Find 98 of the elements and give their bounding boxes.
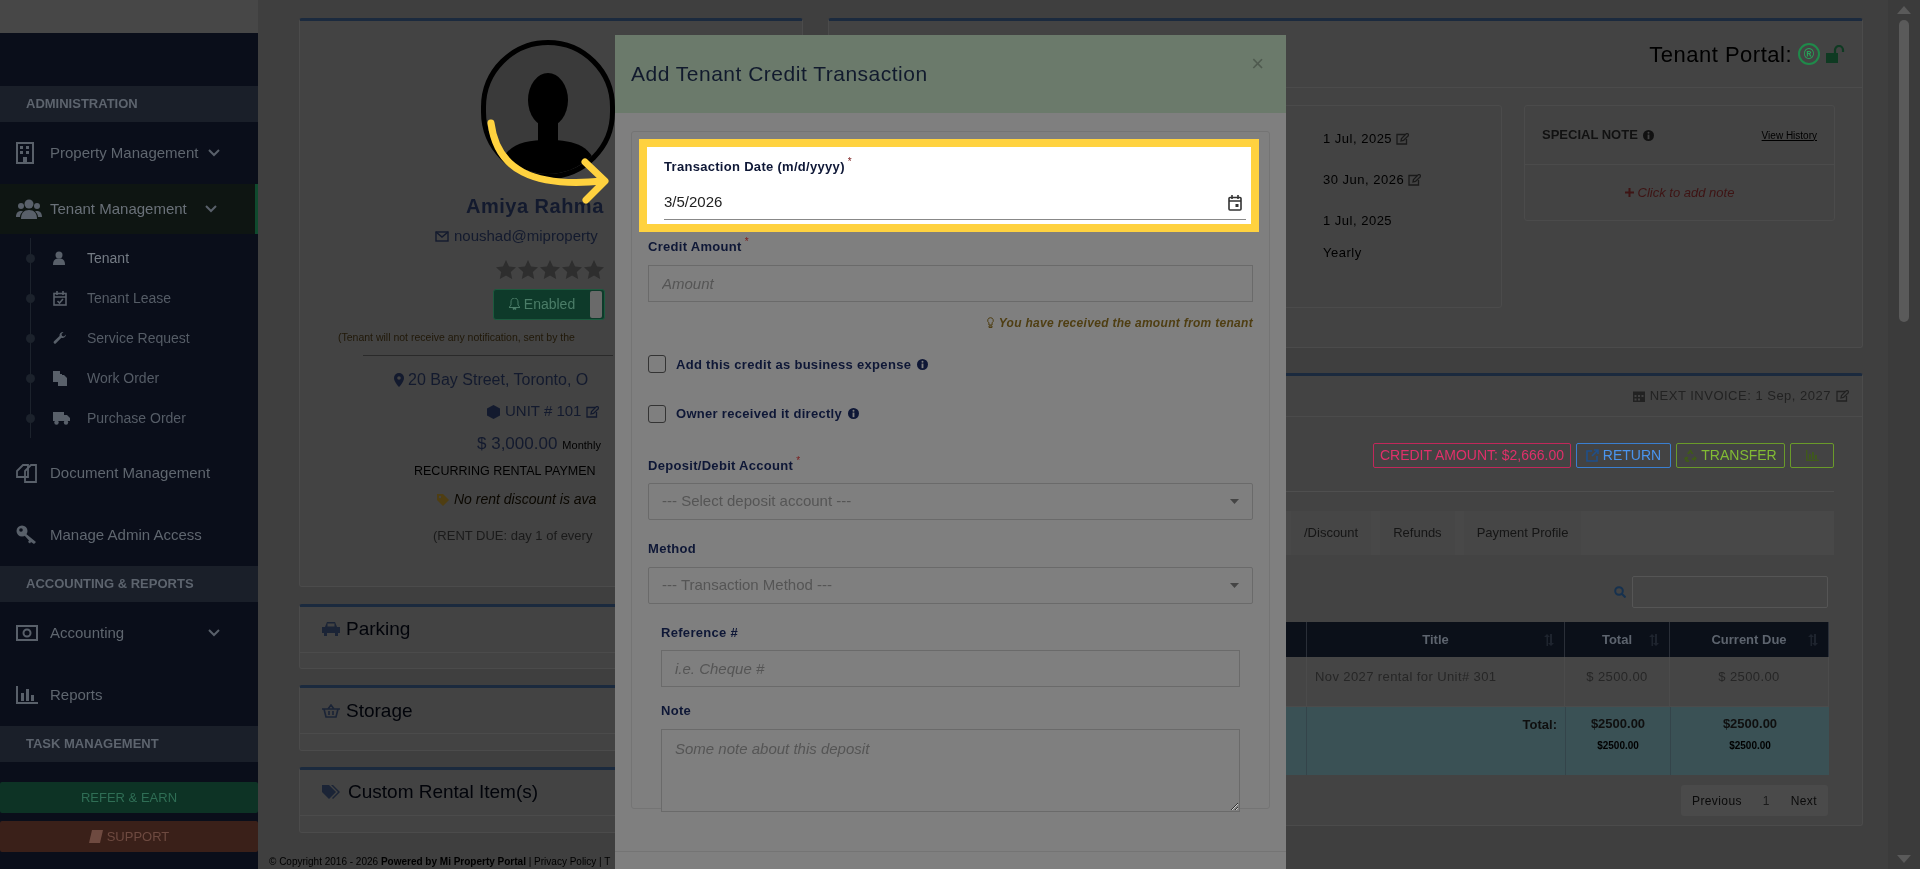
checkbox[interactable]	[648, 355, 666, 374]
sidebar-subitem[interactable]: Service Request	[53, 327, 190, 349]
sidebar-item[interactable]: Property Management	[0, 122, 258, 184]
pagination-link[interactable]: Previous	[1692, 791, 1742, 810]
section-header: ADMINISTRATION	[0, 86, 258, 122]
sidebar-item[interactable]: Document Management	[0, 442, 258, 504]
chart-button[interactable]	[1790, 443, 1834, 468]
total-value: $2500.00	[1590, 715, 1646, 733]
chevron-down-icon	[208, 149, 220, 157]
basket-icon	[322, 703, 340, 718]
sidebar-item[interactable]: Accounting	[0, 602, 258, 664]
panel-title: Storage	[346, 698, 413, 723]
hint-text: You have received the amount from tenant	[998, 314, 1253, 332]
total-subvalue: $2500.00	[1729, 738, 1771, 753]
notification-toggle[interactable]: Enabled	[493, 288, 605, 320]
plus-icon	[1624, 188, 1634, 197]
rent-period: Monthly	[562, 437, 601, 453]
portal-label: Tenant Portal:	[1649, 40, 1792, 69]
bar-chart-icon	[16, 686, 38, 704]
map-pin-icon	[394, 373, 404, 388]
sidebar-subitem[interactable]: Purchase Order	[53, 407, 186, 429]
tag-icon	[437, 493, 449, 506]
calendar-icon	[1632, 390, 1645, 402]
car-icon	[322, 622, 340, 636]
building-icon	[16, 142, 34, 164]
modal-title: Add Tenant Credit Transaction	[631, 61, 928, 88]
date-field[interactable]: 3/5/2026	[664, 186, 1246, 220]
required-mark: *	[744, 237, 749, 247]
checkbox-label: Owner received it directly	[676, 404, 860, 424]
total-subvalue: $2500.00	[1597, 738, 1639, 753]
edit-icon[interactable]	[586, 405, 600, 418]
documents-icon	[16, 462, 38, 484]
search-icon	[1614, 586, 1626, 598]
lease-date: 1 Jul, 2025	[1323, 128, 1410, 149]
caret-icon	[1230, 499, 1239, 504]
info-icon	[1642, 129, 1654, 141]
field-label: Credit Amount	[648, 238, 742, 256]
tags-icon	[322, 784, 342, 801]
checkbox-label: Add this credit as business expense	[676, 354, 929, 374]
sidebar-subitem[interactable]: Tenant	[53, 247, 130, 269]
edit-icon[interactable]	[1836, 390, 1849, 402]
footer-text: © Copyright 2016 - 2026 Powered by Mi Property Portal | Privacy Policy | T	[269, 855, 612, 869]
field-label: Transaction Date (m/d/yyyy)	[664, 158, 845, 176]
registered-mark: ®	[1798, 43, 1820, 65]
total-label: Total:	[1521, 716, 1558, 734]
panel-title: Parking	[346, 616, 411, 641]
external-link-icon	[1585, 449, 1599, 462]
close-button[interactable]: ×	[1251, 46, 1264, 80]
recycle-icon	[1684, 449, 1698, 462]
section-header: TASK MANAGEMENT	[0, 726, 258, 762]
required-mark: *	[847, 157, 852, 167]
pagination-link[interactable]: Next	[1790, 791, 1817, 810]
calendar-check-icon	[53, 290, 67, 306]
key-icon	[16, 525, 38, 545]
edit-icon[interactable]	[1408, 173, 1422, 186]
caret-icon	[1230, 582, 1239, 588]
sidebar-item[interactable]: Manage Admin Access	[0, 504, 258, 566]
wrench-icon	[53, 331, 67, 345]
action-button[interactable]: RETURN	[1576, 443, 1671, 468]
lease-date: 30 Jun, 2026	[1323, 169, 1422, 190]
bar-chart-icon	[1805, 450, 1819, 461]
field-label: Note	[661, 702, 692, 720]
calendar-icon[interactable]	[1228, 194, 1242, 211]
view-history-link[interactable]: View History	[1761, 127, 1817, 143]
sidebar-subitem[interactable]: Tenant Lease	[53, 287, 172, 309]
lease-date: Yearly	[1323, 244, 1362, 263]
users-icon	[16, 199, 42, 219]
action-button[interactable]: TRANSFER	[1676, 443, 1785, 468]
envelope-icon	[435, 230, 449, 242]
section-header: ACCOUNTING & REPORTS	[0, 566, 258, 602]
field-label: Deposit/Debit Account	[648, 456, 794, 475]
sidebar-item[interactable]: Reports	[0, 664, 258, 726]
total-value: $2500.00	[1722, 715, 1778, 733]
edit-icon[interactable]	[1396, 132, 1410, 145]
checkbox[interactable]	[648, 404, 666, 423]
chevron-down-icon	[205, 205, 217, 213]
unlock-icon[interactable]	[1826, 45, 1846, 63]
documents-icon	[53, 370, 67, 386]
info-icon	[917, 358, 929, 370]
info-icon	[848, 408, 860, 420]
lightbulb-icon	[986, 317, 994, 328]
user-icon	[53, 251, 65, 265]
required-mark: *	[796, 455, 801, 466]
discount-text: No rent discount is ava	[454, 490, 597, 509]
field-label: Method	[648, 540, 696, 558]
sidebar-button[interactable]: REFER & EARN	[0, 782, 258, 813]
sidebar-item[interactable]: Tenant Management	[0, 184, 258, 234]
chevron-down-icon	[208, 629, 220, 637]
panel-title: Custom Rental Item(s)	[348, 780, 539, 805]
sidebar-subitem[interactable]: Work Order	[53, 367, 160, 389]
scrollbar[interactable]	[1888, 0, 1920, 869]
field-label: Reference #	[661, 623, 738, 642]
money-icon	[16, 625, 38, 641]
bell-icon	[508, 298, 520, 310]
lease-date: 1 Jul, 2025	[1323, 211, 1393, 230]
truck-icon	[53, 411, 70, 425]
action-button[interactable]: CREDIT AMOUNT: $2,666.00	[1373, 443, 1571, 468]
recurring-label: RECURRING RENTAL PAYMEN	[414, 463, 596, 481]
